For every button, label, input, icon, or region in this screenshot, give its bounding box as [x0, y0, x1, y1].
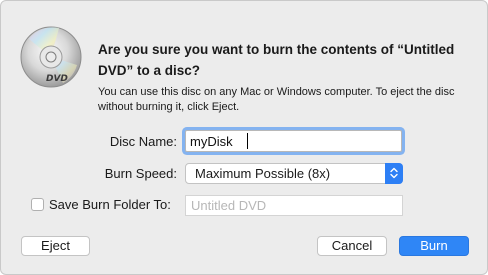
svg-text:DVD: DVD: [46, 74, 68, 84]
dvd-disc-icon: DVD: [19, 25, 83, 89]
burn-disc-dialog: DVD Are you sure you want to burn the co…: [0, 0, 488, 275]
burn-button[interactable]: Burn: [399, 236, 469, 256]
disc-name-input[interactable]: [185, 130, 402, 152]
eject-button[interactable]: Eject: [21, 236, 90, 256]
popup-arrows-icon: [385, 163, 403, 184]
burn-speed-value: Maximum Possible (8x): [195, 166, 331, 181]
cancel-button[interactable]: Cancel: [317, 236, 387, 256]
disc-name-label: Disc Name:: [109, 134, 177, 149]
burn-speed-popup[interactable]: Maximum Possible (8x): [185, 163, 403, 184]
burn-folder-name-input: [185, 195, 403, 216]
dialog-info-text: You can use this disc on any Mac or Wind…: [98, 86, 455, 113]
text-cursor: [247, 133, 248, 149]
save-burn-folder-label[interactable]: Save Burn Folder To:: [49, 197, 171, 212]
save-burn-folder-checkbox[interactable]: [31, 198, 44, 211]
burn-speed-label: Burn Speed:: [104, 166, 177, 181]
dialog-headline: Are you sure you want to burn the conten…: [98, 42, 455, 78]
